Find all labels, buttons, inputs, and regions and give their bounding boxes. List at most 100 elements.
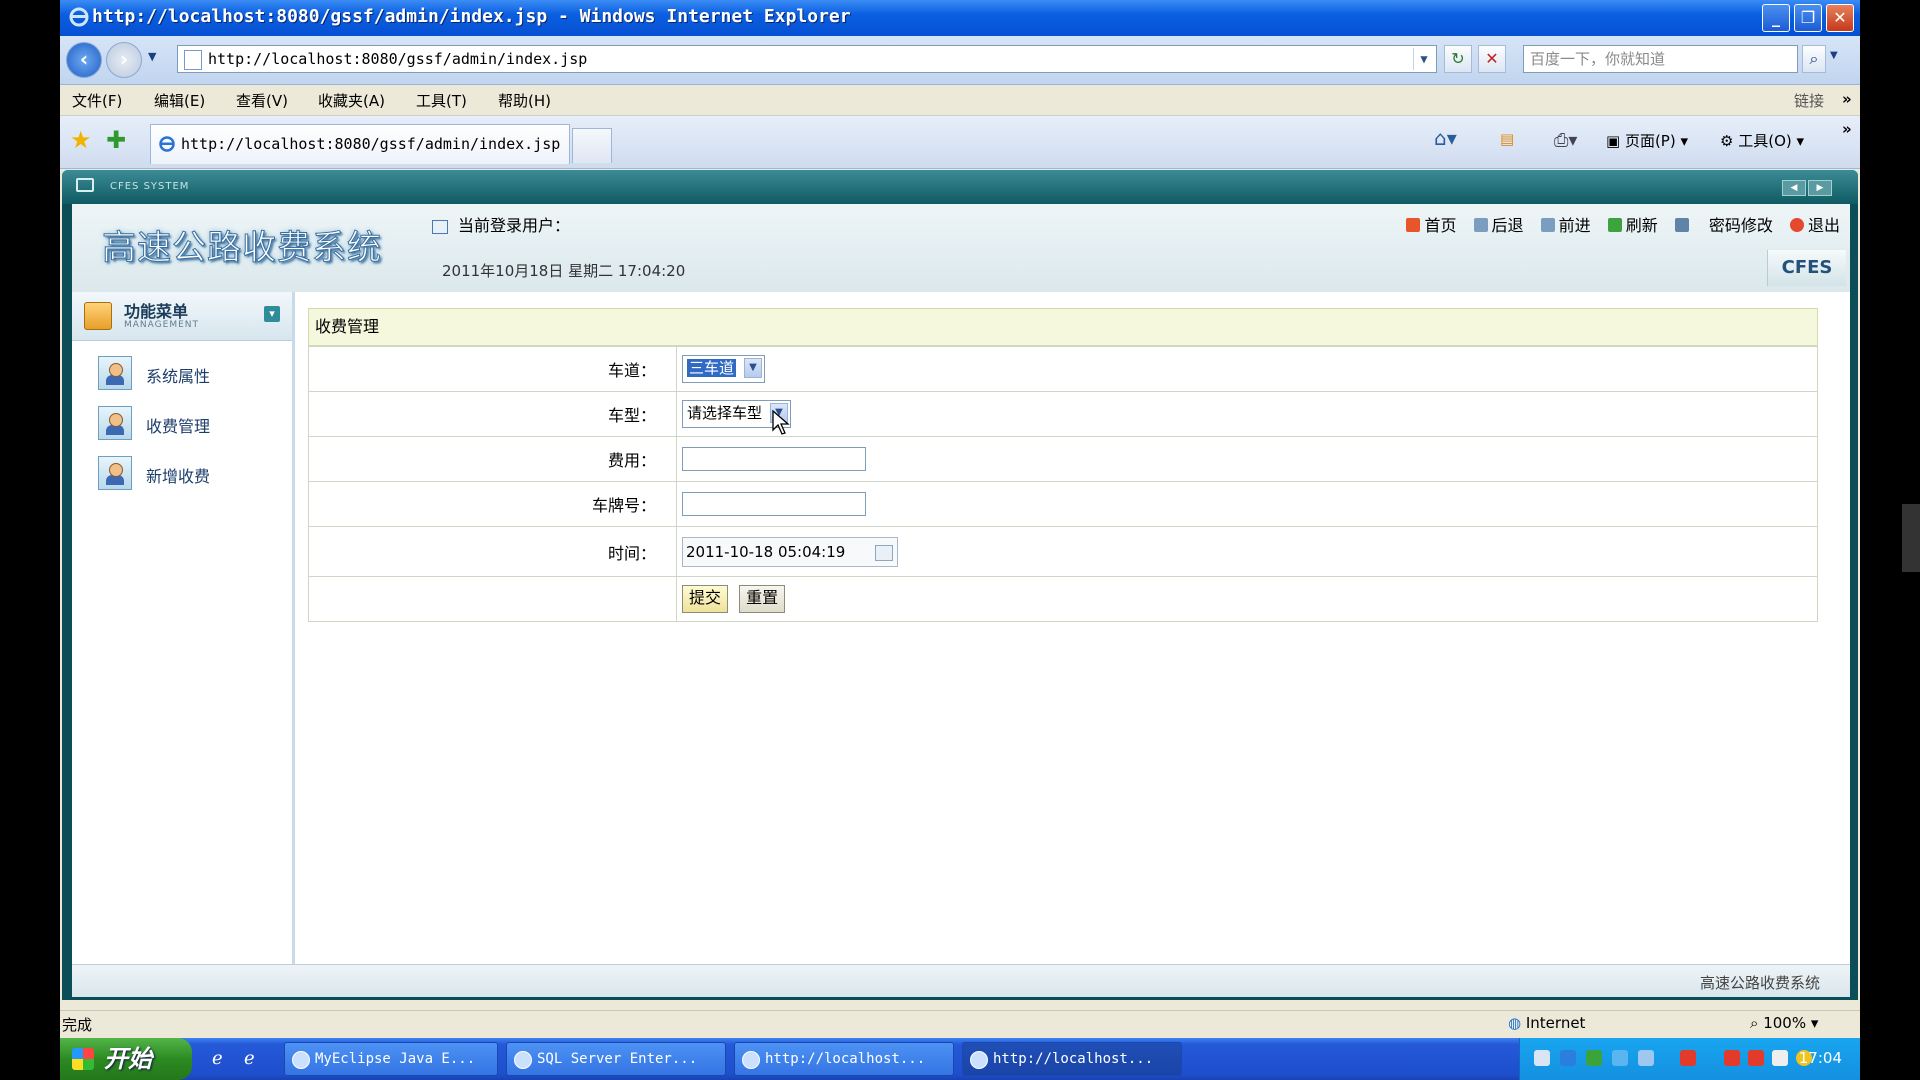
side-handle[interactable] [1902, 504, 1920, 572]
close-button[interactable]: ✕ [1826, 4, 1854, 32]
menu-file[interactable]: 文件(F) [72, 90, 122, 111]
links-label[interactable]: 链接 [1794, 90, 1824, 111]
qq-icon-3[interactable] [1748, 1050, 1764, 1066]
eclipse-icon [292, 1051, 310, 1069]
logout-icon [1789, 218, 1804, 232]
tab-active[interactable]: http://localhost:8080/gssf/admin/index.j… [150, 124, 570, 164]
fee-cell [676, 436, 1818, 482]
back-link[interactable]: 后退 [1473, 216, 1524, 235]
print-icon[interactable]: ⎙▾ [1554, 130, 1577, 151]
clock: 17:04 [1798, 1049, 1842, 1067]
keyboard-icon[interactable] [1534, 1050, 1550, 1066]
task-label: http://localhost... [993, 1051, 1154, 1067]
refresh-link[interactable]: 刷新 [1607, 216, 1658, 235]
app-frame: CFES SYSTEM ◀ ▶ 高速公路收费系统 当前登录用户： 2011年10… [62, 170, 1858, 1000]
start-button[interactable]: 开始 [60, 1038, 192, 1080]
calendar-icon[interactable] [875, 544, 893, 561]
menu-help[interactable]: 帮助(H) [498, 90, 551, 111]
collapse-icon[interactable]: ▾ [264, 306, 280, 322]
tab-bar: ★ ✚ http://localhost:8080/gssf/admin/ind… [60, 116, 1860, 169]
search-options-icon[interactable]: ▼ [1830, 50, 1838, 61]
scroll-left-icon[interactable]: ◀ [1782, 180, 1806, 196]
sidebar-item-fee-management[interactable]: 收费管理 [98, 406, 278, 442]
menu-view[interactable]: 查看(V) [236, 90, 288, 111]
search-icon[interactable]: ⌕ [1802, 45, 1826, 73]
search-input[interactable]: 百度一下，你就知道 [1523, 45, 1798, 73]
submit-button[interactable]: 提交 [682, 585, 729, 613]
reset-button[interactable]: 重置 [739, 585, 786, 613]
recent-pages-dropdown-icon[interactable]: ▼ [148, 50, 156, 63]
lane-cell: 三车道 ▼ [676, 346, 1818, 392]
quick-launch-ie-icon[interactable]: ℯ [212, 1048, 223, 1069]
display-icon[interactable] [1638, 1050, 1654, 1066]
start-label: 开始 [104, 1045, 152, 1073]
ime-icon[interactable] [1772, 1050, 1788, 1066]
globe-icon: ◍ [1508, 1014, 1522, 1032]
new-tab-button[interactable] [572, 128, 612, 163]
actions-label-cell [308, 576, 677, 622]
title-bar: http://localhost:8080/gssf/admin/index.j… [60, 0, 1860, 36]
menu-edit[interactable]: 编辑(E) [154, 90, 205, 111]
stop-icon[interactable]: ✕ [1478, 45, 1506, 73]
status-bar: 完成 ◍ Internet ⌕ 100% ▾ [60, 1010, 1860, 1037]
favorites-star-icon[interactable]: ★ [70, 126, 92, 154]
page-menu[interactable]: ▣ 页面(P) ▾ [1606, 130, 1688, 151]
feeds-icon[interactable]: ▤ [1500, 130, 1514, 148]
home-icon[interactable]: ⌂▾ [1434, 126, 1457, 150]
minimize-button[interactable]: _ [1762, 4, 1790, 32]
back-button[interactable]: ‹ [66, 42, 102, 78]
network-icon[interactable] [1586, 1050, 1602, 1066]
form-title: 收费管理 [308, 308, 1818, 346]
user-avatar-icon [98, 356, 132, 390]
task-ie-2[interactable]: http://localhost... [962, 1042, 1182, 1076]
volume-icon[interactable] [1612, 1050, 1628, 1066]
task-sql-server[interactable]: SQL Server Enter... [506, 1042, 726, 1076]
scroll-right-icon[interactable]: ▶ [1808, 180, 1832, 196]
menu-tools[interactable]: 工具(T) [416, 90, 467, 111]
more-chevron-icon[interactable]: » [1842, 90, 1852, 108]
sidebar-item-label: 新增收费 [146, 467, 211, 486]
menu-favorites[interactable]: 收藏夹(A) [318, 90, 385, 111]
task-label: http://localhost... [765, 1051, 926, 1067]
refresh-icon[interactable]: ↻ [1444, 45, 1472, 73]
app-header: 高速公路收费系统 当前登录用户： 2011年10月18日 星期二 17:04:2… [72, 204, 1850, 292]
ie-logo-icon [69, 7, 89, 27]
toolbar-more-icon[interactable]: » [1842, 120, 1852, 138]
time-input[interactable]: 2011-10-18 05:04:19 [682, 536, 898, 567]
lane-select[interactable]: 三车道 ▼ [682, 355, 766, 383]
sidebar-item-system-properties[interactable]: 系统属性 [98, 356, 278, 392]
fee-input[interactable] [682, 447, 866, 471]
app-logo: 高速公路收费系统 [102, 228, 382, 269]
restore-button[interactable]: ❐ [1794, 4, 1822, 32]
tab-label: http://localhost:8080/gssf/admin/index.j… [181, 135, 561, 153]
status-text: 完成 [62, 1016, 93, 1034]
qq-icon-2[interactable] [1724, 1050, 1740, 1066]
tray-arrow-icon[interactable] [1560, 1050, 1576, 1066]
qq-icon[interactable] [1680, 1050, 1696, 1066]
change-password-link[interactable]: 密码修改 [1674, 216, 1773, 235]
chevron-down-icon[interactable]: ▼ [744, 358, 763, 378]
forward-link[interactable]: 前进 [1540, 216, 1591, 235]
app-system-bar: CFES SYSTEM ◀ ▶ [62, 170, 1858, 204]
address-dropdown-icon[interactable]: ▼ [1413, 48, 1434, 70]
home-link[interactable]: 首页 [1406, 216, 1456, 235]
plate-input[interactable] [682, 492, 866, 516]
zoom-control[interactable]: ⌕ 100% ▾ [1750, 1014, 1818, 1032]
quick-launch-ie2-icon[interactable]: ℯ [244, 1048, 255, 1069]
address-input[interactable]: http://localhost:8080/gssf/admin/index.j… [177, 45, 1437, 73]
task-myeclipse[interactable]: MyEclipse Java E... [284, 1042, 498, 1076]
add-favorite-icon[interactable]: ✚ [106, 126, 126, 154]
forward-button[interactable]: › [106, 42, 142, 78]
sidebar-item-add-fee[interactable]: 新增收费 [98, 456, 278, 492]
ie-window: http://localhost:8080/gssf/admin/index.j… [60, 0, 1860, 1080]
task-ie-1[interactable]: http://localhost... [734, 1042, 954, 1076]
ie-task-icon [970, 1051, 988, 1069]
sidebar-title: 功能菜单 [124, 302, 189, 321]
back-link-label: 后退 [1491, 216, 1524, 235]
logout-link[interactable]: 退出 [1789, 216, 1840, 235]
security-zone[interactable]: ◍ Internet [1508, 1014, 1585, 1032]
back-link-icon [1473, 218, 1488, 232]
plate-label: 车牌号： [308, 481, 677, 527]
sidebar-subtitle: MANAGEMENT [124, 320, 199, 330]
tools-menu[interactable]: ⚙ 工具(O) ▾ [1720, 130, 1804, 151]
